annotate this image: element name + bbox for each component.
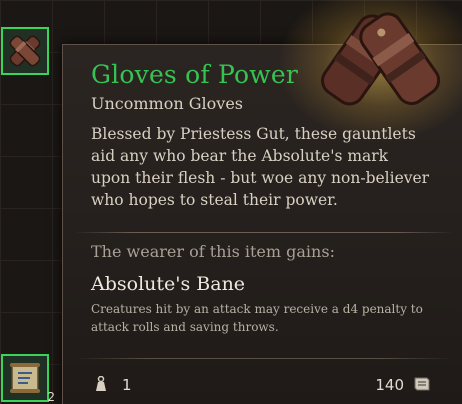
item-rarity-type: Uncommon Gloves [91, 94, 243, 113]
weight-icon [96, 376, 106, 391]
inventory-slot-scroll[interactable]: 2 [1, 354, 55, 404]
gauntlets-icon [9, 35, 41, 67]
scroll-icon [10, 363, 40, 393]
effect-name: Absolute's Bane [91, 273, 246, 295]
gauntlets-icon [321, 12, 441, 106]
inventory-slot-gloves[interactable] [1, 27, 49, 75]
item-weight: 1 [122, 376, 132, 394]
footer-divider [74, 358, 454, 359]
item-description: Blessed by Priestess Gut, these gauntlet… [91, 125, 430, 209]
divider [74, 232, 454, 233]
gold-coin-icon [414, 377, 430, 391]
effect-description: Creatures hit by an attack may receive a… [91, 302, 423, 334]
stack-count: 2 [47, 390, 55, 404]
gains-header: The wearer of this item gains: [91, 242, 335, 261]
item-price: 140 [375, 376, 404, 394]
item-name: Gloves of Power [91, 60, 298, 89]
